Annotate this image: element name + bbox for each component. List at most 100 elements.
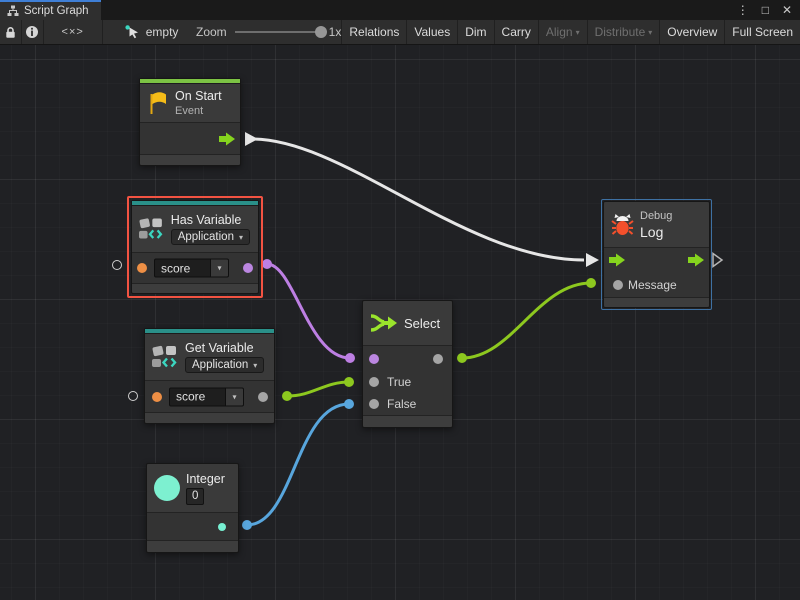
- node-header: Integer 0: [147, 464, 238, 512]
- graph-icon: [7, 5, 19, 17]
- relations-button[interactable]: Relations: [342, 20, 407, 44]
- result-out-port[interactable]: [243, 263, 253, 273]
- port-row-message: Message: [604, 272, 709, 297]
- info-icon: [25, 25, 39, 39]
- kebab-menu-icon[interactable]: ⋮: [737, 4, 749, 16]
- node-get-variable[interactable]: Get Variable Application ▾ score ▾: [144, 328, 275, 424]
- selection-out-port[interactable]: [433, 354, 443, 364]
- zoom-control: Zoom 1x: [182, 20, 342, 44]
- wire-getvariable-to-select[interactable]: [287, 382, 349, 396]
- node-title: Integer: [186, 472, 225, 486]
- wire-select-to-log[interactable]: [462, 283, 591, 358]
- true-in-port[interactable]: [369, 377, 379, 387]
- full-screen-button[interactable]: Full Screen: [725, 20, 800, 44]
- port-row: score ▾: [132, 252, 258, 283]
- false-in-port[interactable]: [369, 399, 379, 409]
- close-icon[interactable]: ✕: [782, 4, 792, 16]
- wire-end-arrowhead: [586, 253, 599, 267]
- window-controls: ⋮ □ ✕: [737, 0, 800, 20]
- combo-dropdown-button[interactable]: ▾: [226, 387, 244, 406]
- node-header: Select: [363, 301, 452, 345]
- node-debug-log[interactable]: Debug Log Message: [603, 201, 710, 308]
- distribute-button[interactable]: Distribute ▾: [588, 20, 661, 44]
- node-integer[interactable]: Integer 0: [146, 463, 239, 553]
- align-button[interactable]: Align ▾: [539, 20, 588, 44]
- port-row-true: True: [363, 371, 452, 393]
- node-footer: [140, 154, 240, 165]
- node-title: Get Variable: [185, 341, 264, 355]
- zoom-slider[interactable]: [235, 31, 325, 33]
- wire-start-arrowhead: [245, 132, 258, 146]
- message-port-label: Message: [628, 278, 677, 292]
- zoom-label: Zoom: [196, 25, 227, 39]
- value-out-port[interactable]: [258, 392, 268, 402]
- zoom-value: 1x: [329, 25, 342, 39]
- integer-icon: [154, 475, 180, 501]
- dim-button[interactable]: Dim: [458, 20, 494, 44]
- node-header: Debug Log: [604, 202, 709, 247]
- code-view-button[interactable]: <×>: [44, 20, 103, 44]
- wire-onstart-to-log[interactable]: [252, 139, 584, 260]
- select-icon: [370, 312, 398, 334]
- selection-label: empty: [146, 25, 179, 39]
- selection-outline-red: Has Variable Application ▾ score ▾: [127, 196, 263, 298]
- combo-dropdown-button[interactable]: ▾: [211, 259, 229, 278]
- node-select[interactable]: Select True False: [362, 300, 453, 428]
- log-flow-out-marker[interactable]: [713, 254, 722, 267]
- variable-name-combo[interactable]: score ▾: [154, 259, 229, 278]
- value-out-port[interactable]: [218, 523, 226, 531]
- flow-in-port[interactable]: [609, 254, 625, 267]
- port-row-condition: [363, 345, 452, 371]
- cursor-icon: [125, 25, 140, 39]
- graph-toolbar: <×> empty Zoom 1x Relations Values Dim C…: [0, 20, 800, 45]
- node-subtitle: Event: [175, 105, 222, 117]
- name-in-port[interactable]: [137, 263, 147, 273]
- variable-scope-dropdown[interactable]: Application ▾: [171, 229, 250, 245]
- tab-script-graph[interactable]: Script Graph: [0, 0, 101, 20]
- port-row-flow: [604, 247, 709, 272]
- carry-button[interactable]: Carry: [495, 20, 539, 44]
- caret-down-icon: ▾: [253, 361, 257, 370]
- lock-button[interactable]: [0, 20, 22, 44]
- flow-out-port[interactable]: [219, 132, 235, 145]
- hasvariable-object-port[interactable]: [112, 260, 122, 270]
- graph-canvas[interactable]: On Start Event: [0, 45, 800, 600]
- name-in-port[interactable]: [152, 392, 162, 402]
- integer-value-input[interactable]: 0: [186, 488, 204, 505]
- message-in-port[interactable]: [613, 280, 623, 290]
- maximize-icon[interactable]: □: [762, 4, 769, 16]
- getvariable-object-port[interactable]: [128, 391, 138, 401]
- values-button[interactable]: Values: [407, 20, 458, 44]
- info-button[interactable]: [22, 20, 44, 44]
- node-header: Has Variable Application ▾: [132, 206, 258, 252]
- zoom-slider-handle[interactable]: [315, 26, 327, 38]
- node-title: Log: [640, 224, 672, 240]
- wire-hasvariable-to-select[interactable]: [267, 264, 350, 358]
- node-footer: [147, 540, 238, 552]
- true-port-label: True: [387, 375, 411, 389]
- toolbar-buttons: Relations Values Dim Carry Align ▾ Distr…: [342, 20, 800, 44]
- caret-down-icon: ▾: [576, 28, 580, 37]
- code-brackets-icon: <×>: [62, 26, 84, 38]
- variables-icon: [152, 344, 179, 370]
- variable-name-combo[interactable]: score ▾: [169, 387, 244, 406]
- port-row: score ▾: [145, 380, 274, 412]
- node-title: Select: [404, 316, 440, 331]
- node-footer: [132, 283, 258, 293]
- node-on-start[interactable]: On Start Event: [139, 78, 241, 166]
- variable-scope-dropdown[interactable]: Application ▾: [185, 357, 264, 373]
- caret-down-icon: ▾: [232, 392, 236, 401]
- tab-bar: Script Graph ⋮ □ ✕: [0, 0, 800, 20]
- condition-in-port[interactable]: [369, 354, 379, 364]
- overview-button[interactable]: Overview: [660, 20, 725, 44]
- node-header: On Start Event: [140, 84, 240, 122]
- flag-icon: [147, 91, 169, 116]
- flow-out-port[interactable]: [688, 254, 704, 267]
- variables-icon: [139, 216, 165, 242]
- node-has-variable[interactable]: Has Variable Application ▾ score ▾: [131, 200, 259, 294]
- selection-indicator: empty: [103, 20, 182, 44]
- caret-down-icon: ▾: [217, 264, 221, 273]
- bug-icon: [611, 213, 634, 237]
- false-port-label: False: [387, 397, 416, 411]
- node-header: Get Variable Application ▾: [145, 334, 274, 380]
